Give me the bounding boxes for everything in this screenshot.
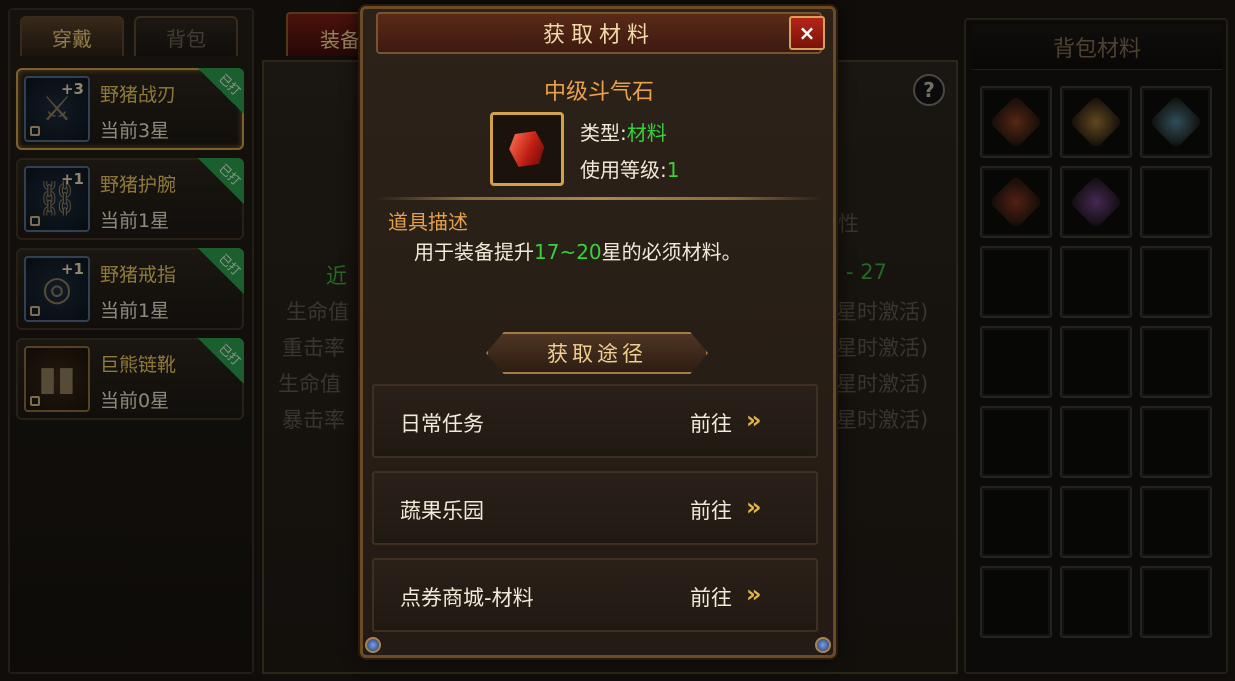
double-arrow-icon: » <box>746 406 761 434</box>
dialog-header: 获取材料 <box>376 12 822 54</box>
description-title: 道具描述 <box>388 210 468 234</box>
route-row-voucher-shop[interactable]: 点券商城-材料 前往 » <box>372 558 818 632</box>
go-button[interactable]: 前往 <box>690 408 732 438</box>
go-button[interactable]: 前往 <box>690 495 732 525</box>
route-row-fruit-garden[interactable]: 蔬果乐园 前往 » <box>372 471 818 545</box>
route-name: 点券商城-材料 <box>400 586 534 610</box>
double-arrow-icon: » <box>746 493 761 521</box>
route-name: 蔬果乐园 <box>400 499 484 523</box>
fighting-spirit-stone-icon <box>490 112 564 186</box>
item-type: 类型:材料 <box>580 121 667 145</box>
source-title: 获取途径 <box>547 342 647 366</box>
corner-orb-icon <box>815 637 831 653</box>
description-text: 用于装备提升17~20星的必须材料。 <box>414 240 742 264</box>
route-row-daily-task[interactable]: 日常任务 前往 » <box>372 384 818 458</box>
item-level: 使用等级:1 <box>580 158 680 182</box>
dialog-title: 获取材料 <box>542 23 655 48</box>
red-gem-icon <box>505 127 548 172</box>
go-button[interactable]: 前往 <box>690 582 732 612</box>
double-arrow-icon: » <box>746 580 761 608</box>
divider <box>376 197 822 200</box>
route-name: 日常任务 <box>400 412 484 436</box>
source-banner: 获取途径 <box>486 332 708 374</box>
item-name: 中级斗气石 <box>543 80 654 105</box>
close-button[interactable]: × <box>789 16 825 50</box>
corner-orb-icon <box>365 637 381 653</box>
